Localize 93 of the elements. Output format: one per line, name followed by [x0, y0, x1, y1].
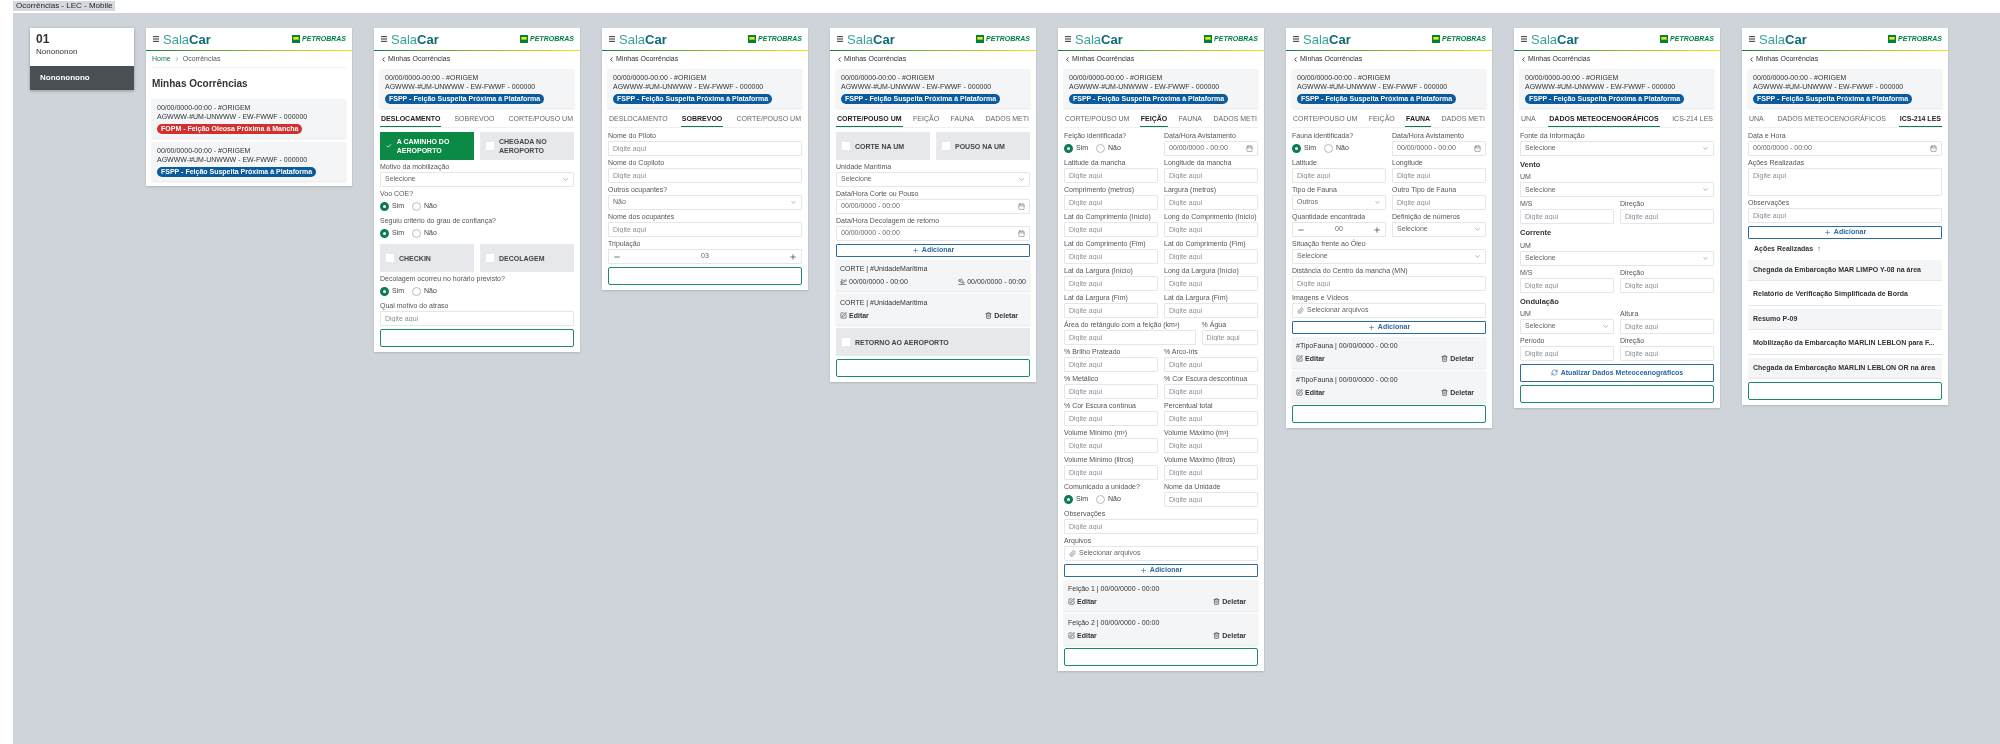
- radio-button[interactable]: [1292, 144, 1301, 153]
- action-button[interactable]: [608, 267, 802, 285]
- edit-icon: [1068, 598, 1075, 606]
- plane-icon: [958, 278, 966, 286]
- brand-icon: [1204, 35, 1213, 43]
- app-logo: SalaCar: [163, 32, 211, 46]
- plus-icon[interactable]: [789, 252, 797, 261]
- menu-icon[interactable]: [1748, 35, 1756, 43]
- trash-icon: [1441, 389, 1449, 397]
- app-logo: SalaCar: [619, 32, 667, 46]
- checkbox: [842, 142, 850, 150]
- calendar-icon: [1474, 145, 1481, 152]
- radio-button[interactable]: [380, 202, 389, 211]
- checkbox: [842, 338, 850, 346]
- plus-icon: [1367, 324, 1375, 331]
- trash-icon: [1213, 598, 1221, 606]
- checkbox: [942, 142, 950, 150]
- chevron-down-icon: [1702, 254, 1709, 262]
- radio-button[interactable]: [1064, 144, 1073, 153]
- calendar-icon: [1018, 230, 1025, 237]
- brand-icon: [1888, 35, 1897, 43]
- plus-icon: [1823, 229, 1831, 236]
- action-button[interactable]: [1292, 405, 1486, 423]
- back-icon: [1520, 55, 1527, 63]
- app-logo: SalaCar: [1303, 32, 1351, 46]
- plane-icon: [840, 278, 847, 286]
- refresh-icon: [1550, 369, 1558, 377]
- check-icon: [386, 142, 392, 150]
- trash-icon: [1213, 632, 1221, 640]
- chevron-down-icon: [1374, 199, 1381, 206]
- back-icon: [1292, 55, 1299, 63]
- section-subtitle: Nonononon: [36, 46, 79, 58]
- calendar-icon: [1930, 145, 1937, 152]
- action-button[interactable]: [1064, 648, 1258, 666]
- radio-button[interactable]: [380, 287, 389, 296]
- edit-icon: [1068, 632, 1075, 640]
- chevron-right-icon: [173, 56, 180, 63]
- brand-icon: [292, 35, 301, 43]
- brand-icon: [748, 35, 757, 43]
- checkbox: [386, 254, 394, 262]
- menu-icon[interactable]: [1520, 35, 1528, 43]
- app-logo: SalaCar: [847, 32, 895, 46]
- app-logo: SalaCar: [1759, 32, 1807, 46]
- brand-icon: [1432, 35, 1441, 43]
- brand-icon: [976, 35, 985, 43]
- back-icon: [1748, 55, 1755, 63]
- app-logo: SalaCar: [1075, 32, 1123, 46]
- app-logo: SalaCar: [1531, 32, 1579, 46]
- plus-icon[interactable]: [1373, 225, 1381, 234]
- action-button[interactable]: [380, 329, 574, 347]
- trash-icon: [1441, 355, 1449, 363]
- trash-icon: [985, 312, 993, 320]
- chevron-down-icon: [1018, 176, 1025, 183]
- canvas-label: Ocorrências - LEC - Mobile: [13, 1, 116, 11]
- action-button[interactable]: [836, 359, 1030, 377]
- chevron-down-icon: [562, 176, 569, 183]
- back-icon: [608, 55, 615, 63]
- menu-item[interactable]: Nonononono: [30, 66, 134, 90]
- checkbox: [486, 254, 494, 262]
- action-button[interactable]: [1748, 382, 1942, 400]
- section-number: 01: [36, 33, 51, 46]
- menu-icon[interactable]: [1064, 35, 1072, 43]
- chevron-down-icon: [1602, 322, 1609, 330]
- plus-icon: [1139, 567, 1147, 574]
- chevron-down-icon: [1474, 253, 1481, 260]
- menu-icon[interactable]: [1292, 35, 1300, 43]
- menu-icon[interactable]: [836, 35, 844, 43]
- chevron-down-icon: [1474, 226, 1481, 233]
- chevron-down-icon: [1702, 186, 1709, 194]
- chevron-down-icon: [1702, 145, 1709, 152]
- app-logo: SalaCar: [391, 32, 439, 46]
- menu-icon[interactable]: [152, 35, 160, 43]
- calendar-icon: [1246, 145, 1253, 152]
- edit-icon: [1296, 389, 1303, 397]
- calendar-icon: [1018, 203, 1025, 210]
- menu-icon[interactable]: [608, 35, 616, 43]
- paperclip-icon: [1297, 307, 1304, 314]
- back-icon: [380, 55, 387, 63]
- plus-icon: [911, 247, 919, 254]
- chevron-down-icon: [790, 199, 797, 206]
- paperclip-icon: [1069, 550, 1076, 557]
- radio-button[interactable]: [1064, 495, 1073, 504]
- brand-icon: [520, 35, 529, 43]
- page-title: Minhas Ocorrências: [152, 76, 249, 91]
- brand-icon: [1660, 35, 1669, 43]
- radio-button[interactable]: [380, 229, 389, 238]
- back-icon: [836, 55, 843, 63]
- edit-icon: [840, 312, 847, 320]
- back-icon: [1064, 55, 1071, 63]
- edit-icon: [1296, 355, 1303, 363]
- action-button[interactable]: [1520, 384, 1714, 403]
- checkbox: [486, 142, 494, 150]
- menu-icon[interactable]: [380, 35, 388, 43]
